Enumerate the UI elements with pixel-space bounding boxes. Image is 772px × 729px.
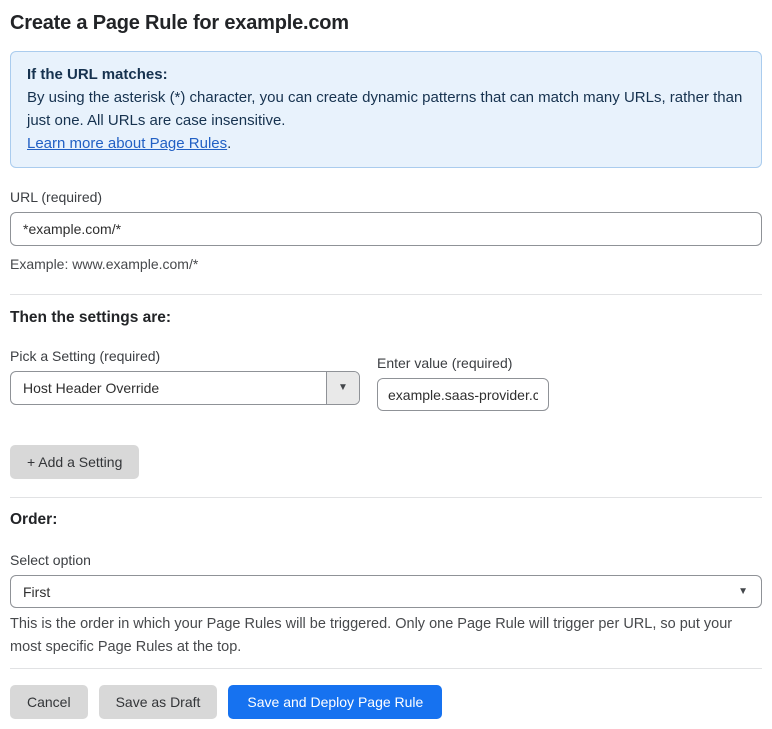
- chevron-down-icon: ▼: [738, 585, 748, 597]
- section-divider: [10, 294, 762, 295]
- settings-heading: Then the settings are:: [10, 309, 172, 326]
- order-select-value: First: [23, 583, 51, 600]
- save-deploy-button[interactable]: Save and Deploy Page Rule: [228, 685, 443, 719]
- url-example-helper: Example: www.example.com/*: [10, 256, 199, 272]
- setting-select[interactable]: Host Header Override ▼: [10, 371, 360, 405]
- section-divider: [10, 497, 762, 498]
- save-draft-button[interactable]: Save as Draft: [98, 685, 218, 719]
- url-input[interactable]: [10, 212, 762, 246]
- info-box-link-line: Learn more about Page Rules.: [27, 132, 745, 155]
- add-setting-button[interactable]: + Add a Setting: [10, 445, 140, 479]
- enter-value-label: Enter value (required): [377, 355, 513, 371]
- info-box-heading: If the URL matches:: [27, 66, 168, 83]
- pick-setting-label: Pick a Setting (required): [10, 348, 161, 364]
- setting-select-value: Host Header Override: [23, 380, 160, 396]
- order-select-label: Select option: [10, 552, 91, 568]
- url-label: URL (required): [10, 189, 103, 205]
- create-page-rule-form: Create a Page Rule for example.com If th…: [0, 0, 772, 729]
- setting-value-input[interactable]: [377, 378, 549, 411]
- pick-setting-column: Pick a Setting (required) Host Header Ov…: [10, 348, 360, 405]
- link-period: .: [227, 135, 232, 152]
- footer-actions: Cancel Save as Draft Save and Deploy Pag…: [10, 685, 762, 719]
- order-heading: Order:: [10, 511, 58, 528]
- enter-value-column: Enter value (required): [377, 355, 549, 411]
- order-helper-text: This is the order in which your Page Rul…: [10, 616, 733, 655]
- setting-select-caret-button[interactable]: ▼: [326, 372, 359, 404]
- url-field-group: URL (required) Example: www.example.com/…: [10, 189, 762, 276]
- order-select[interactable]: First ▼: [10, 575, 762, 608]
- cancel-button[interactable]: Cancel: [10, 685, 88, 719]
- page-title: Create a Page Rule for example.com: [10, 12, 349, 34]
- section-divider: [10, 668, 762, 669]
- chevron-down-icon: ▼: [338, 382, 348, 393]
- url-matches-info-box: If the URL matches: By using the asteris…: [10, 51, 762, 168]
- learn-more-link[interactable]: Learn more about Page Rules: [27, 135, 227, 152]
- info-box-body: By using the asterisk (*) character, you…: [27, 89, 743, 129]
- order-caret-wrap: ▼: [738, 585, 761, 597]
- setting-row: Pick a Setting (required) Host Header Ov…: [10, 348, 762, 411]
